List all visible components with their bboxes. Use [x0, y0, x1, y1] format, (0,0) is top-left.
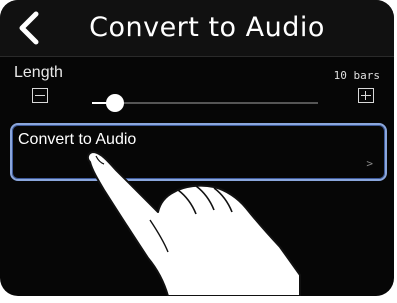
convert-to-audio-label: Convert to Audio	[18, 131, 137, 148]
slider-thumb[interactable]	[105, 94, 124, 112]
convert-to-audio-item[interactable]: Convert to Audio >	[10, 123, 387, 181]
chevron-right-icon: >	[366, 157, 373, 170]
back-button[interactable]	[10, 8, 50, 48]
length-slider[interactable]	[92, 94, 318, 112]
chevron-left-icon	[19, 11, 39, 45]
title-bar: Convert to Audio	[0, 0, 394, 57]
length-value: 10 bars	[333, 69, 380, 82]
increase-length-button[interactable]	[358, 88, 374, 103]
page-title: Convert to Audio	[89, 12, 325, 43]
length-label: Length	[14, 64, 63, 81]
device-frame: Convert to Audio Length 10 bars Convert …	[0, 0, 397, 303]
touch-screen: Convert to Audio Length 10 bars Convert …	[0, 0, 394, 296]
decrease-length-button[interactable]	[32, 88, 48, 103]
